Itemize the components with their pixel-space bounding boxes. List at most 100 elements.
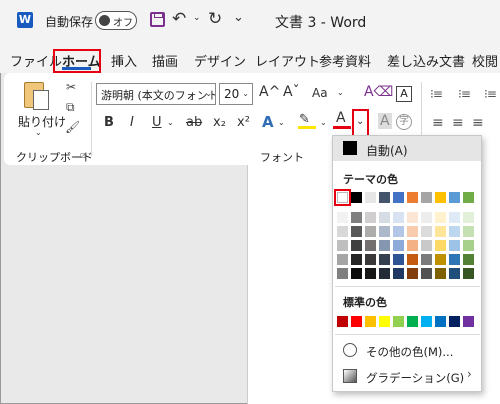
align-right-icon[interactable]: ≡ xyxy=(472,115,484,131)
font-name-combobox[interactable]: 游明朝 (本文のフォント ⌄ xyxy=(96,83,216,105)
theme-color-swatch[interactable] xyxy=(365,192,376,203)
theme-shade-swatch[interactable] xyxy=(379,240,390,251)
standard-color-swatch[interactable] xyxy=(351,316,362,327)
numbering-icon[interactable]: ⁝≡ xyxy=(458,87,471,101)
theme-shade-swatch[interactable] xyxy=(435,240,446,251)
tab-design[interactable]: デザイン xyxy=(194,51,246,70)
theme-shade-swatch[interactable] xyxy=(393,240,404,251)
theme-shade-swatch[interactable] xyxy=(393,226,404,237)
theme-shade-swatch[interactable] xyxy=(463,254,474,265)
theme-color-swatch[interactable] xyxy=(351,192,362,203)
theme-color-swatch[interactable] xyxy=(449,192,460,203)
theme-color-swatch[interactable] xyxy=(407,192,418,203)
theme-shade-swatch[interactable] xyxy=(435,212,446,223)
theme-shade-swatch[interactable] xyxy=(435,254,446,265)
theme-shade-swatch[interactable] xyxy=(421,226,432,237)
theme-shade-swatch[interactable] xyxy=(351,212,362,223)
shrink-font-icon[interactable]: Aˇ xyxy=(283,84,300,100)
theme-shade-swatch[interactable] xyxy=(337,240,348,251)
theme-shade-swatch[interactable] xyxy=(407,268,418,279)
autosave-toggle[interactable]: オフ xyxy=(95,11,137,30)
theme-shade-swatch[interactable] xyxy=(463,226,474,237)
copy-icon[interactable]: ⧉ xyxy=(66,100,75,115)
redo-icon[interactable]: ↻ xyxy=(208,9,222,29)
theme-shade-swatch[interactable] xyxy=(351,240,362,251)
clipboard-launcher-icon[interactable]: ⧄ xyxy=(80,151,86,161)
underline-button[interactable]: U xyxy=(152,115,162,130)
standard-color-swatch[interactable] xyxy=(449,316,460,327)
theme-shade-swatch[interactable] xyxy=(393,268,404,279)
theme-shade-swatch[interactable] xyxy=(463,240,474,251)
standard-color-swatch[interactable] xyxy=(379,316,390,327)
tab-references[interactable]: 参考資料 xyxy=(319,51,371,70)
theme-shade-swatch[interactable] xyxy=(365,226,376,237)
standard-color-swatch[interactable] xyxy=(421,316,432,327)
align-left-icon[interactable]: ≡ xyxy=(432,115,444,131)
theme-shade-swatch[interactable] xyxy=(379,226,390,237)
theme-shade-swatch[interactable] xyxy=(351,254,362,265)
standard-color-swatch[interactable] xyxy=(365,316,376,327)
tab-layout[interactable]: レイアウト xyxy=(255,51,320,70)
font-size-chevron-icon[interactable]: ⌄ xyxy=(242,89,249,98)
theme-shade-swatch[interactable] xyxy=(449,212,460,223)
standard-color-swatch[interactable] xyxy=(435,316,446,327)
bullets-icon[interactable]: ⁝≡ xyxy=(430,87,443,101)
highlight-icon[interactable]: ✎ xyxy=(299,112,310,127)
theme-shade-swatch[interactable] xyxy=(407,240,418,251)
theme-shade-swatch[interactable] xyxy=(449,254,460,265)
tab-mailings[interactable]: 差し込み文書 xyxy=(387,51,465,70)
theme-shade-swatch[interactable] xyxy=(337,212,348,223)
automatic-color-item[interactable]: 自動(A) xyxy=(333,136,481,161)
enclose-characters-icon[interactable]: 字 xyxy=(396,114,412,130)
cut-icon[interactable]: ✂ xyxy=(66,80,76,94)
theme-shade-swatch[interactable] xyxy=(407,254,418,265)
change-case-dropdown-icon[interactable]: ⌄ xyxy=(337,88,344,97)
tab-draw[interactable]: 描画 xyxy=(152,51,178,70)
font-color-icon[interactable]: A xyxy=(336,110,346,126)
standard-color-swatch[interactable] xyxy=(393,316,404,327)
font-size-combobox[interactable]: 20 ⌄ xyxy=(219,83,253,105)
standard-color-swatch[interactable] xyxy=(463,316,474,327)
tab-review[interactable]: 校閲 xyxy=(472,51,498,70)
undo-icon[interactable]: ↶ xyxy=(172,9,186,29)
theme-shade-swatch[interactable] xyxy=(421,254,432,265)
theme-shade-swatch[interactable] xyxy=(407,212,418,223)
theme-shade-swatch[interactable] xyxy=(463,212,474,223)
theme-shade-swatch[interactable] xyxy=(393,212,404,223)
undo-dropdown-icon[interactable]: ⌄ xyxy=(193,13,201,23)
paste-icon[interactable] xyxy=(24,80,50,110)
underline-dropdown-icon[interactable]: ⌄ xyxy=(167,118,174,127)
bold-button[interactable]: B xyxy=(104,115,114,130)
paste-dropdown-icon[interactable]: ⌄ xyxy=(35,128,42,137)
character-border-icon[interactable]: A xyxy=(396,86,412,102)
theme-shade-swatch[interactable] xyxy=(407,226,418,237)
theme-shade-swatch[interactable] xyxy=(435,268,446,279)
save-icon[interactable] xyxy=(150,12,165,27)
theme-shade-swatch[interactable] xyxy=(351,268,362,279)
font-name-chevron-icon[interactable]: ⌄ xyxy=(205,89,212,98)
theme-shade-swatch[interactable] xyxy=(421,268,432,279)
theme-color-swatch[interactable] xyxy=(421,192,432,203)
theme-shade-swatch[interactable] xyxy=(463,268,474,279)
align-center-icon[interactable]: ≡ xyxy=(452,115,464,131)
theme-color-swatch[interactable] xyxy=(435,192,446,203)
italic-button[interactable]: I xyxy=(130,115,134,130)
theme-shade-swatch[interactable] xyxy=(337,254,348,265)
theme-shade-swatch[interactable] xyxy=(365,240,376,251)
theme-shade-swatch[interactable] xyxy=(449,226,460,237)
change-case-icon[interactable]: Aa xyxy=(312,86,328,100)
theme-shade-swatch[interactable] xyxy=(365,268,376,279)
theme-shade-swatch[interactable] xyxy=(379,254,390,265)
tab-insert[interactable]: 挿入 xyxy=(111,51,137,70)
gradient-item[interactable]: グラデーション(G) xyxy=(366,370,464,386)
character-shading-icon[interactable]: A xyxy=(378,113,392,129)
theme-shade-swatch[interactable] xyxy=(435,226,446,237)
theme-shade-swatch[interactable] xyxy=(449,268,460,279)
theme-shade-swatch[interactable] xyxy=(337,226,348,237)
theme-shade-swatch[interactable] xyxy=(365,254,376,265)
clear-formatting-icon[interactable]: A⌫ xyxy=(364,84,393,100)
subscript-button[interactable]: x₂ xyxy=(213,115,226,130)
theme-shade-swatch[interactable] xyxy=(337,268,348,279)
strikethrough-button[interactable]: ab xyxy=(186,115,202,130)
theme-shade-swatch[interactable] xyxy=(365,212,376,223)
